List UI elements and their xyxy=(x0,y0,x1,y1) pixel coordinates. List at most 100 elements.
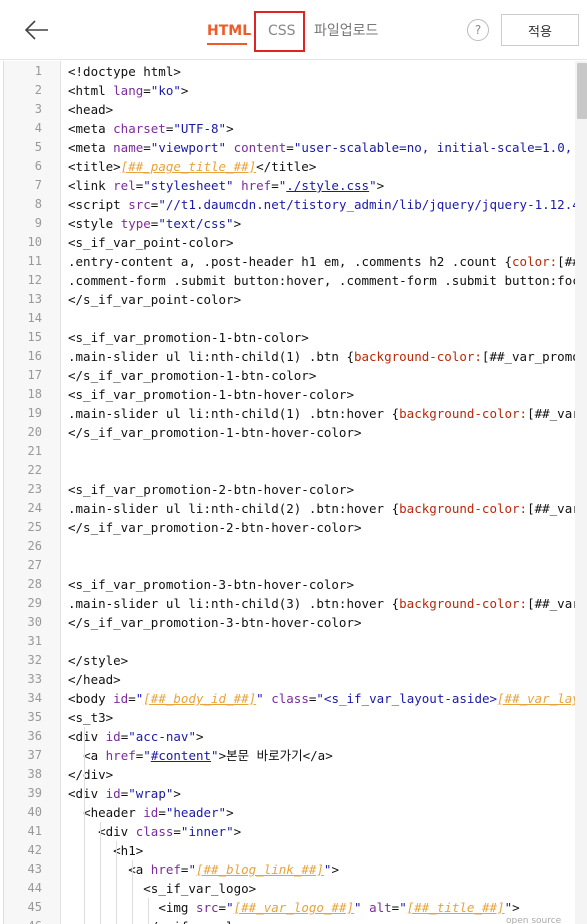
code-token: </s_if_var_logo> xyxy=(143,919,263,924)
line-number: 33 xyxy=(27,672,42,686)
code-line[interactable]: </div> xyxy=(68,765,113,784)
code-line[interactable]: </s_if_var_promotion-1-btn-hover-color> xyxy=(68,423,362,442)
line-number: 12 xyxy=(27,273,42,287)
line-number: 39 xyxy=(27,786,42,800)
code-line[interactable]: <div id="acc-nav"> xyxy=(68,727,204,746)
code-token: .main-slider ul li:nth-child(3) .btn:hov… xyxy=(68,596,400,611)
tab-css[interactable]: CSS xyxy=(268,19,296,43)
code-token: " xyxy=(399,900,407,915)
line-number: 44 xyxy=(27,881,42,895)
tab-file-upload[interactable]: 파일업로드 xyxy=(314,19,378,43)
indent-guide xyxy=(100,822,101,924)
code-line[interactable]: <head> xyxy=(68,100,113,119)
code-line[interactable]: </s_if_var_point-color> xyxy=(68,290,241,309)
code-editor[interactable]: 1 2 3 4 5 6 7 8 9 10 11 12 13 14 15 16 17 18 19 20 21 22 23 24 2… xyxy=(3,61,587,924)
code-token: " xyxy=(256,691,264,706)
code-line[interactable]: .entry-content a, .post-header h1 em, .c… xyxy=(68,252,580,271)
code-line[interactable]: <a href="#content">본문 바로가기</a> xyxy=(68,746,333,765)
code-line[interactable]: <a href="[##_blog_link_##]"> xyxy=(68,860,339,879)
code-token: src xyxy=(128,197,151,212)
code-line[interactable]: <div class="inner"> xyxy=(68,822,241,841)
line-number: 7 xyxy=(34,178,42,192)
code-line[interactable]: <s_if_var_promotion-3-btn-hover-color> xyxy=(68,575,354,594)
code-line[interactable]: </s_if_var_promotion-2-btn-hover-color> xyxy=(68,518,362,537)
code-token: > xyxy=(218,748,227,763)
active-tab-indicator xyxy=(207,43,247,45)
apply-button[interactable]: 적용 xyxy=(501,14,579,46)
code-token: <s_if_var_logo> xyxy=(143,881,257,896)
line-number: 13 xyxy=(27,292,42,306)
line-number: 38 xyxy=(27,767,42,781)
line-number: 23 xyxy=(27,482,42,496)
code-token: "//t1.daumcdn.net/tistory_admin/lib/jque… xyxy=(158,197,580,212)
help-button[interactable]: ? xyxy=(467,19,489,41)
code-line[interactable]: <h1> xyxy=(68,841,143,860)
line-number: 43 xyxy=(27,862,42,876)
scrollbar[interactable] xyxy=(575,61,587,924)
code-line[interactable]: <s_if_var_promotion-1-btn-color> xyxy=(68,328,309,347)
code-token: "header" xyxy=(165,805,227,820)
line-number: 1 xyxy=(34,64,42,78)
line-number: 42 xyxy=(27,843,42,857)
code-line[interactable]: <s_if_var_point-color> xyxy=(68,233,234,252)
code-line[interactable]: </s_if_var_promotion-1-btn-color> xyxy=(68,366,316,385)
code-line[interactable]: <!doctype html> xyxy=(68,62,181,81)
line-number: 30 xyxy=(27,615,42,629)
code-line[interactable]: .main-slider ul li:nth-child(2) .btn:hov… xyxy=(68,499,580,518)
code-line[interactable]: <meta name="viewport" content="user-scal… xyxy=(68,138,580,157)
code-line[interactable]: <header id="header"> xyxy=(68,803,234,822)
back-arrow-icon xyxy=(24,20,48,40)
code-token: <s_if_var_promotion-1-btn-color> xyxy=(68,330,309,345)
code-line[interactable]: <style type="text/css"> xyxy=(68,214,241,233)
code-line[interactable]: <meta charset="UTF-8"> xyxy=(68,119,234,138)
code-token: = xyxy=(218,900,227,915)
code-line[interactable]: .main-slider ul li:nth-child(3) .btn:hov… xyxy=(68,594,580,613)
code-token: [##_var_logo_##] xyxy=(233,900,355,915)
code-token: class xyxy=(271,691,309,706)
code-token: background-color: xyxy=(399,596,528,611)
line-number: 40 xyxy=(27,805,42,819)
code-line[interactable]: <s_if_var_logo> xyxy=(68,879,256,898)
code-token: " xyxy=(354,900,362,915)
code-token: <div xyxy=(68,786,106,801)
code-token: </title> xyxy=(256,159,317,174)
code-line[interactable]: </s_if_var_logo> xyxy=(68,917,263,924)
code-line[interactable]: <html lang="ko"> xyxy=(68,81,188,100)
code-line[interactable]: .main-slider ul li:nth-child(1) .btn:hov… xyxy=(68,404,580,423)
code-line[interactable]: <s_t3> xyxy=(68,708,113,727)
code-line[interactable]: <body id="[##_body_id_##]" class="<s_if_… xyxy=(68,689,580,708)
code-line[interactable]: </style> xyxy=(68,651,128,670)
code-line[interactable]: <link rel="stylesheet" href="./style.css… xyxy=(68,176,384,195)
code-line[interactable]: <img src="[##_var_logo_##]" alt="[##_tit… xyxy=(68,898,519,917)
code-line[interactable]: .comment-form .submit button:hover, .com… xyxy=(68,271,580,290)
code-token: </s_if_var_promotion-2-btn-hover-color> xyxy=(68,520,362,535)
code-token: <h1> xyxy=(113,843,144,858)
code-token: <meta xyxy=(68,121,114,136)
code-line[interactable]: <s_if_var_promotion-2-btn-hover-color> xyxy=(68,480,354,499)
code-token: <div xyxy=(98,824,136,839)
code-line[interactable]: <s_if_var_promotion-1-btn-hover-color> xyxy=(68,385,354,404)
code-token: > xyxy=(226,805,234,820)
code-token: <s_if_var_promotion-2-btn-hover-color> xyxy=(68,482,354,497)
code-line[interactable]: <script src="//t1.daumcdn.net/tistory_ad… xyxy=(68,195,580,214)
code-token: <div xyxy=(68,729,106,744)
code-line[interactable]: </head> xyxy=(68,670,121,689)
tab-html[interactable]: HTML xyxy=(207,19,251,43)
code-token: "stylesheet" xyxy=(143,178,234,193)
code-token: <header xyxy=(83,805,144,820)
code-token: " xyxy=(504,900,513,915)
code-line[interactable]: .main-slider ul li:nth-child(1) .btn {ba… xyxy=(68,347,580,366)
code-token: > xyxy=(331,862,339,877)
back-button[interactable] xyxy=(22,16,52,44)
code-token: content xyxy=(233,140,287,155)
code-token: id xyxy=(143,805,159,820)
code-line[interactable]: </s_if_var_promotion-3-btn-hover-color> xyxy=(68,613,362,632)
line-number: 21 xyxy=(27,444,42,458)
indent-guide xyxy=(132,860,133,924)
code-token: <link xyxy=(68,178,114,193)
scrollbar-thumb[interactable] xyxy=(577,63,587,119)
code-token: = xyxy=(128,691,136,706)
code-line[interactable]: <title>[##_page_title_##]</title> xyxy=(68,157,316,176)
line-number: 27 xyxy=(27,558,42,572)
